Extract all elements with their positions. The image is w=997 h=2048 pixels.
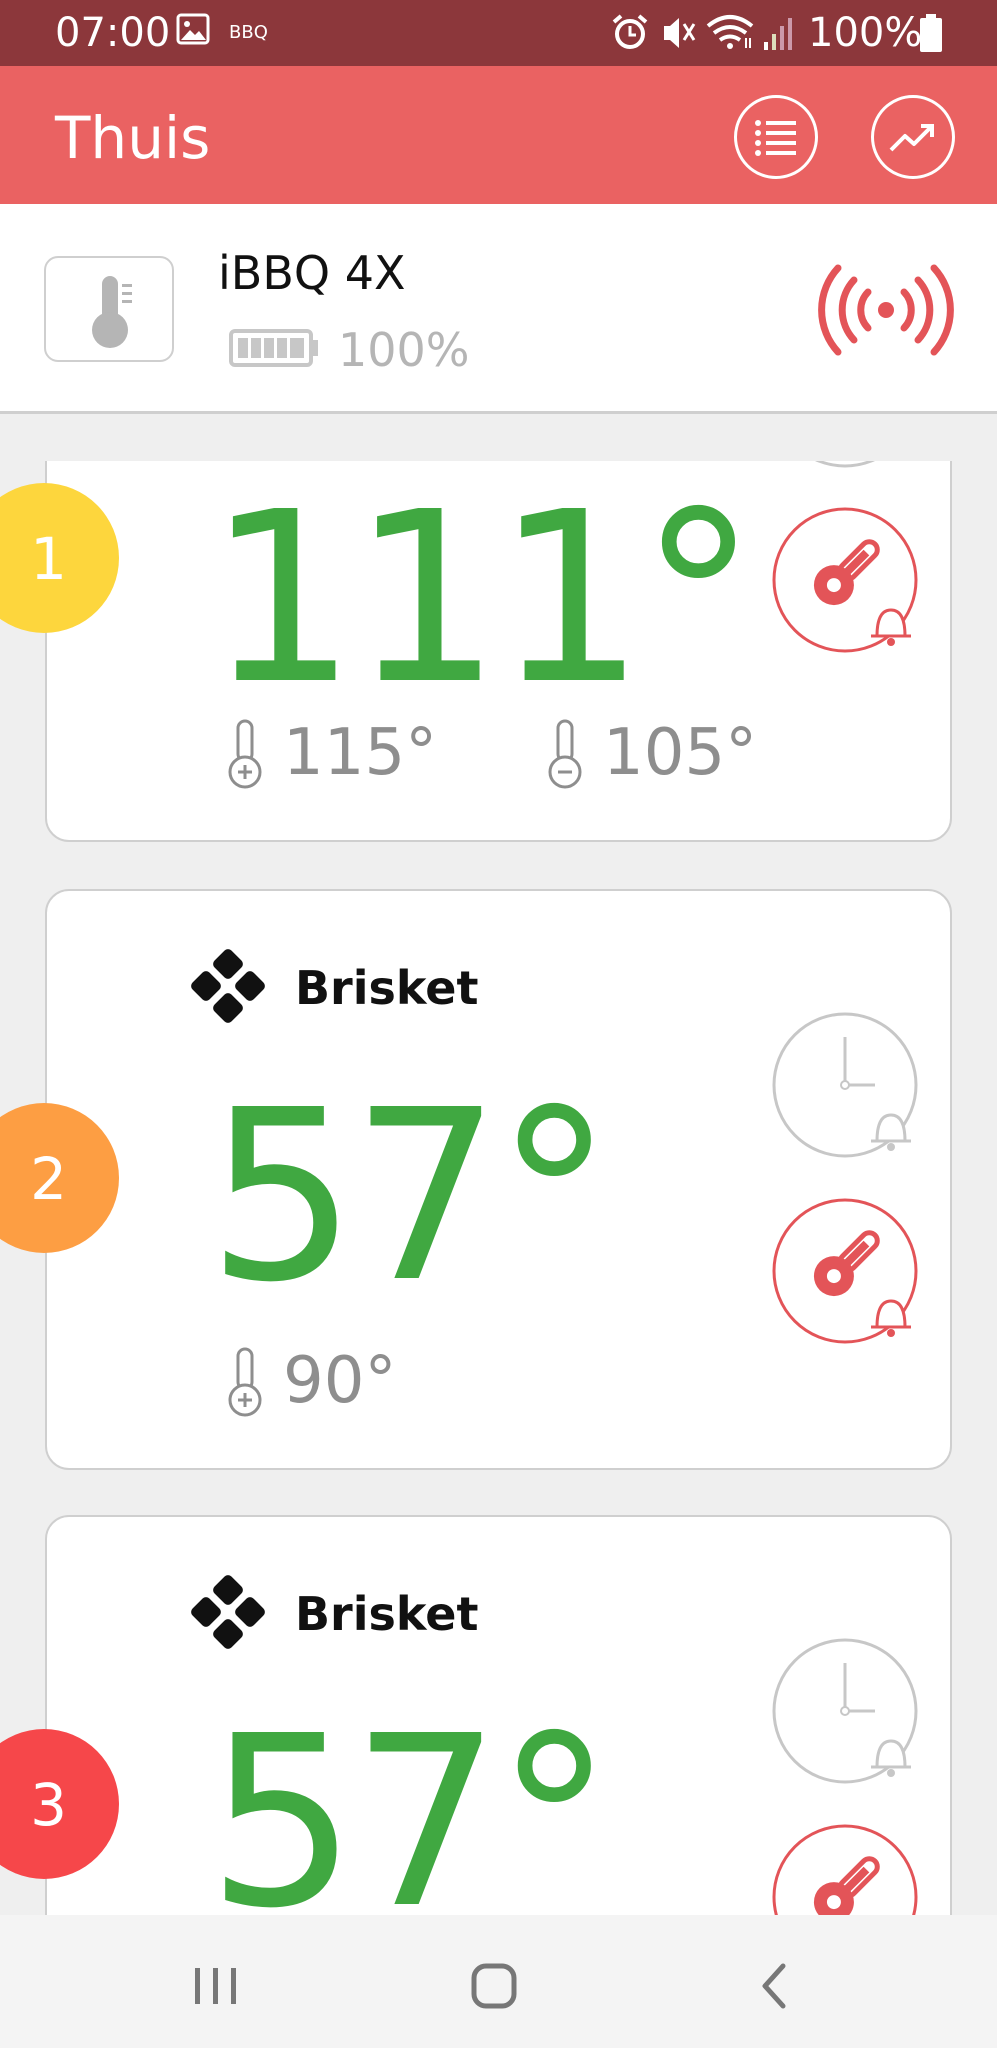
timer-alarm-icon[interactable] <box>771 1637 923 1789</box>
device-name: iBBQ 4X <box>218 246 406 300</box>
food-type-icon <box>191 949 265 1023</box>
broadcast-signal-icon[interactable] <box>816 260 956 360</box>
upper-limit-thermometer-icon <box>228 1347 262 1417</box>
probe-list-button[interactable] <box>734 95 818 179</box>
thermometer-icon <box>92 276 132 348</box>
probe-name: Brisket <box>295 1587 479 1641</box>
recent-apps-icon[interactable] <box>181 1951 251 2021</box>
upper-limit-value: 115° <box>283 716 438 790</box>
system-navigation-bar <box>0 1915 997 2048</box>
probe-temperature: 111° <box>207 461 757 736</box>
trend-chart-icon <box>889 124 934 152</box>
lower-limit-thermometer-icon <box>548 719 582 789</box>
status-bar: 07:00 BBQ 100% <box>0 0 997 66</box>
list-icon <box>755 120 796 156</box>
device-header[interactable]: iBBQ 4X 100% <box>0 204 997 414</box>
probe-number-badge: 1 <box>0 483 119 633</box>
probe-number-badge: 2 <box>0 1103 119 1253</box>
upper-limit-thermometer-icon <box>228 719 262 789</box>
status-time: 07:00 <box>55 10 171 56</box>
back-icon[interactable] <box>740 1951 810 2021</box>
timer-alarm-icon[interactable] <box>771 1011 923 1163</box>
home-icon[interactable] <box>459 1951 529 2021</box>
lower-limit-value: 105° <box>603 716 758 790</box>
status-battery-percent: 100% <box>808 10 923 56</box>
probe-list[interactable]: 1 111° 115° 105° Brisket 2 57° 90° Brisk… <box>0 461 997 1915</box>
battery-icon <box>920 14 942 52</box>
wifi-icon <box>706 15 754 49</box>
status-icons <box>612 14 792 50</box>
device-battery-percent: 100% <box>338 323 470 377</box>
device-battery-icon <box>229 329 318 367</box>
probe-name: Brisket <box>295 961 479 1015</box>
probe-card[interactable]: Brisket 2 57° 90° <box>0 889 952 1470</box>
temperature-alarm-icon[interactable] <box>771 1197 923 1349</box>
probe-temperature: 57° <box>207 1059 613 1334</box>
alarm-icon <box>612 14 648 49</box>
signal-icon <box>764 18 792 50</box>
device-thermometer-box <box>44 256 174 362</box>
timer-alarm-icon[interactable] <box>771 461 923 473</box>
temperature-alarm-icon[interactable] <box>771 1823 923 1915</box>
temperature-alarm-icon[interactable] <box>771 506 923 658</box>
page-title: Thuis <box>55 104 211 172</box>
food-type-icon <box>191 1575 265 1649</box>
mute-icon <box>664 18 696 48</box>
trend-chart-button[interactable] <box>871 95 955 179</box>
probe-card[interactable]: Brisket 3 57° <box>0 1515 952 1916</box>
probe-number-badge: 3 <box>0 1729 119 1879</box>
probe-temperature: 57° <box>207 1685 613 1916</box>
app-bar: Thuis <box>0 66 997 204</box>
gallery-icon <box>176 13 210 45</box>
upper-limit-value: 90° <box>283 1344 397 1418</box>
probe-card[interactable]: 1 111° 115° 105° <box>0 461 952 842</box>
status-notification-label: BBQ <box>229 22 268 43</box>
